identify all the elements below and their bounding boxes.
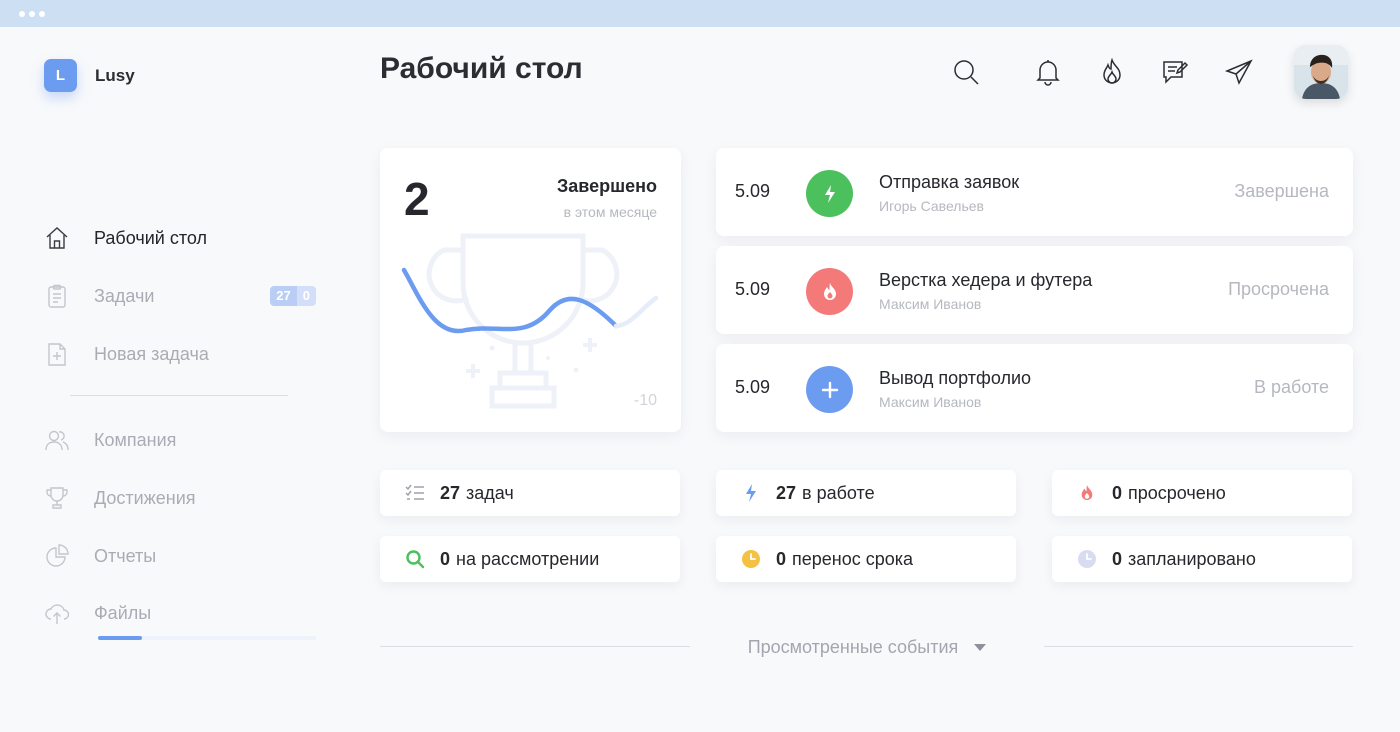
completed-count: 2	[404, 173, 430, 225]
window-titlebar	[0, 0, 1400, 27]
window-dot	[39, 11, 45, 17]
sidebar-item-dashboard[interactable]: Рабочий стол	[44, 223, 316, 253]
sidebar-item-reports[interactable]: Отчеты	[44, 541, 316, 571]
search-icon[interactable]	[951, 57, 981, 87]
clock-icon	[1076, 548, 1098, 570]
stat-label: запланировано	[1128, 548, 1256, 569]
sidebar-item-label: Компания	[94, 429, 177, 450]
clock-icon	[740, 548, 762, 570]
stat-label: на рассмотрении	[456, 548, 600, 569]
search-icon	[404, 548, 426, 570]
page-title: Рабочий стол	[380, 52, 583, 85]
stat-label: просрочено	[1128, 482, 1226, 503]
task-assignee: Игорь Савельев	[879, 198, 984, 214]
viewed-events-toggle[interactable]: Просмотренные события	[690, 634, 1044, 660]
task-date: 5.09	[735, 181, 771, 201]
lightning-icon	[740, 482, 762, 504]
sidebar-scroll-thumb[interactable]	[98, 636, 142, 640]
pie-chart-icon	[44, 543, 70, 569]
stat-deadline-moved[interactable]: 0 перенос срока	[716, 536, 1016, 582]
new-document-icon	[44, 341, 70, 367]
stat-value: 0	[1112, 482, 1123, 503]
users-icon	[44, 427, 70, 453]
sidebar-item-label: Рабочий стол	[94, 227, 207, 248]
stat-under-review[interactable]: 0 на рассмотрении	[380, 536, 680, 582]
task-name: Вывод портфолио	[879, 368, 1032, 388]
chat-edit-icon[interactable]	[1160, 57, 1190, 87]
stat-total-tasks[interactable]: 27 задач	[380, 470, 680, 516]
window-dot	[19, 11, 25, 17]
brand[interactable]: L Lusy	[44, 59, 135, 92]
checklist-icon	[404, 482, 426, 504]
task-name: Отправка заявок	[879, 172, 1020, 192]
fire-icon	[1076, 482, 1098, 504]
stat-value: 0	[776, 548, 787, 569]
sidebar-item-label: Новая задача	[94, 343, 209, 364]
badge-count-total: 27	[270, 286, 297, 306]
home-icon	[44, 225, 70, 251]
stat-in-progress[interactable]: 27 в работе	[716, 470, 1016, 516]
sidebar-divider	[70, 395, 288, 396]
task-status: В работе	[1253, 377, 1329, 397]
plus-icon	[806, 366, 853, 413]
completed-subtitle: в этом месяце	[563, 204, 657, 220]
brand-logo: L	[44, 59, 77, 92]
task-status: Завершена	[1234, 181, 1329, 201]
task-assignee: Максим Иванов	[879, 296, 982, 312]
sidebar-item-tasks[interactable]: Задачи 27 0	[44, 281, 316, 311]
trophy-icon	[44, 485, 70, 511]
tasks-count-badge: 27 0	[270, 286, 316, 306]
clipboard-icon	[44, 283, 70, 309]
stat-value: 27	[440, 482, 461, 503]
fire-icon	[806, 268, 853, 315]
stat-value: 27	[776, 482, 797, 503]
sidebar-item-company[interactable]: Компания	[44, 425, 316, 455]
sidebar-item-label: Файлы	[94, 602, 152, 623]
sidebar-item-label: Задачи	[94, 285, 155, 306]
user-avatar[interactable]	[1294, 45, 1348, 99]
stat-value: 0	[1112, 548, 1123, 569]
brand-name: Lusy	[95, 65, 135, 85]
task-card[interactable]: 5.09 Отправка заявок Игорь Савельев Заве…	[716, 148, 1353, 236]
task-date: 5.09	[735, 279, 771, 299]
chevron-down-icon	[974, 643, 987, 651]
chart-min-label: -10	[633, 392, 657, 409]
sidebar-item-label: Достижения	[94, 487, 196, 508]
sidebar-item-files[interactable]: Файлы	[44, 598, 316, 628]
completed-summary-card[interactable]: 2 Завершено в этом месяце -10	[380, 148, 681, 432]
lightning-icon	[806, 170, 853, 217]
bell-icon[interactable]	[1033, 57, 1063, 87]
window-dot	[29, 11, 35, 17]
stat-label: перенос срока	[792, 548, 914, 569]
task-assignee: Максим Иванов	[879, 394, 982, 410]
viewed-events-label: Просмотренные события	[747, 636, 959, 657]
fire-icon[interactable]	[1097, 57, 1127, 87]
task-card[interactable]: 5.09 Вывод портфолио Максим Иванов В раб…	[716, 344, 1353, 432]
sidebar-item-achievements[interactable]: Достижения	[44, 483, 316, 513]
stat-value: 0	[440, 548, 451, 569]
sidebar-item-new-task[interactable]: Новая задача	[44, 339, 316, 369]
task-card[interactable]: 5.09 Верстка хедера и футера Максим Иван…	[716, 246, 1353, 334]
stat-planned[interactable]: 0 запланировано	[1052, 536, 1352, 582]
task-date: 5.09	[735, 377, 771, 397]
badge-count-new: 0	[296, 286, 316, 306]
cloud-upload-icon	[44, 600, 70, 626]
stat-overdue[interactable]: 0 просрочено	[1052, 470, 1352, 516]
task-status: Просрочена	[1228, 279, 1329, 299]
send-icon[interactable]	[1224, 57, 1254, 87]
completed-title: Завершено	[556, 176, 657, 196]
task-name: Верстка хедера и футера	[879, 270, 1093, 290]
stat-label: задач	[466, 482, 514, 503]
sidebar-item-label: Отчеты	[94, 545, 157, 566]
stat-label: в работе	[802, 482, 875, 503]
